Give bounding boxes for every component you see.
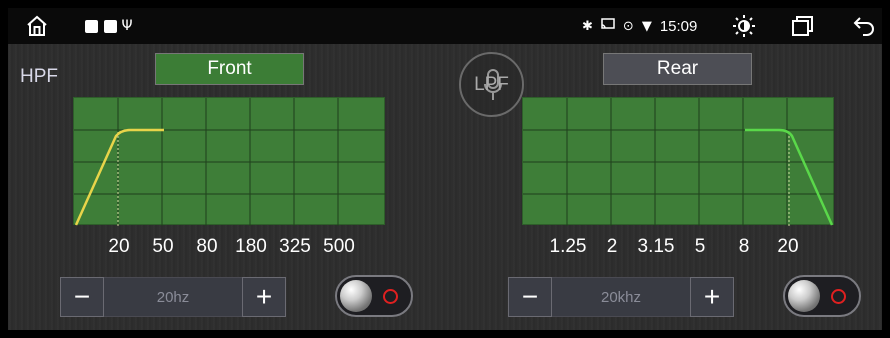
front-channel-button[interactable]: Front	[155, 53, 304, 85]
rear-filter-graph[interactable]	[522, 97, 835, 226]
hpf-label: HPF	[20, 66, 58, 87]
cast-icon	[601, 18, 615, 34]
rear-decrease-button[interactable]: −	[508, 277, 552, 317]
system-icons: ✱ ⊙ ▼ 15:09	[582, 8, 697, 44]
toggle-knob	[340, 280, 372, 312]
notification-square-icon	[84, 8, 98, 44]
brightness-icon[interactable]	[730, 8, 758, 44]
clock: 15:09	[659, 17, 698, 35]
off-indicator-icon	[831, 289, 846, 304]
off-indicator-icon	[383, 289, 398, 304]
front-frequency-stepper: − 20hz +	[60, 277, 286, 317]
front-increase-button[interactable]: +	[242, 277, 286, 317]
rear-increase-button[interactable]: +	[690, 277, 734, 317]
lpf-toggle-button[interactable]: LPF	[459, 52, 524, 117]
rear-channel-button[interactable]: Rear	[603, 53, 752, 85]
front-decrease-button[interactable]: −	[60, 277, 104, 317]
front-filter-graph[interactable]	[73, 97, 386, 226]
bluetooth-icon: ✱	[582, 18, 593, 34]
rear-tick: 3.15	[637, 236, 675, 257]
rear-frequency-stepper: − 20khz +	[508, 277, 734, 317]
front-enable-toggle[interactable]	[335, 275, 413, 317]
front-tick: 20	[108, 236, 130, 257]
rear-tick: 20	[777, 236, 799, 257]
front-filter-curve	[74, 98, 386, 226]
front-tick: 500	[323, 236, 355, 257]
back-icon[interactable]	[850, 8, 878, 44]
rear-frequency-value: 20khz	[552, 277, 690, 317]
screen: Ψ ✱ ⊙ ▼ 15:09 HPF Front Rear LPF 20 50 8…	[8, 8, 882, 330]
rear-frequency-ticks: 1.25 2 3.15 5 8 20	[522, 236, 834, 260]
front-tick: 80	[196, 236, 218, 257]
usb-icon: Ψ	[121, 18, 133, 34]
notification-square-icon	[103, 8, 117, 44]
rear-tick: 8	[738, 236, 750, 257]
front-tick: 325	[279, 236, 311, 257]
home-icon[interactable]	[22, 8, 52, 44]
recent-apps-icon[interactable]	[788, 8, 816, 44]
location-icon: ⊙	[622, 18, 634, 34]
status-bar: Ψ ✱ ⊙ ▼ 15:09	[8, 8, 882, 44]
front-frequency-value: 20hz	[104, 277, 242, 317]
wifi-icon: ▼	[641, 18, 652, 34]
rear-tick: 1.25	[549, 236, 587, 257]
front-frequency-ticks: 20 50 80 180 325 500	[73, 236, 385, 260]
rear-filter-curve	[523, 98, 835, 226]
lpf-label: LPF	[474, 73, 509, 95]
front-tick: 50	[152, 236, 174, 257]
rear-enable-toggle[interactable]	[783, 275, 861, 317]
front-tick: 180	[235, 236, 267, 257]
toggle-knob	[788, 280, 820, 312]
rear-tick: 5	[694, 236, 706, 257]
rear-tick: 2	[606, 236, 618, 257]
